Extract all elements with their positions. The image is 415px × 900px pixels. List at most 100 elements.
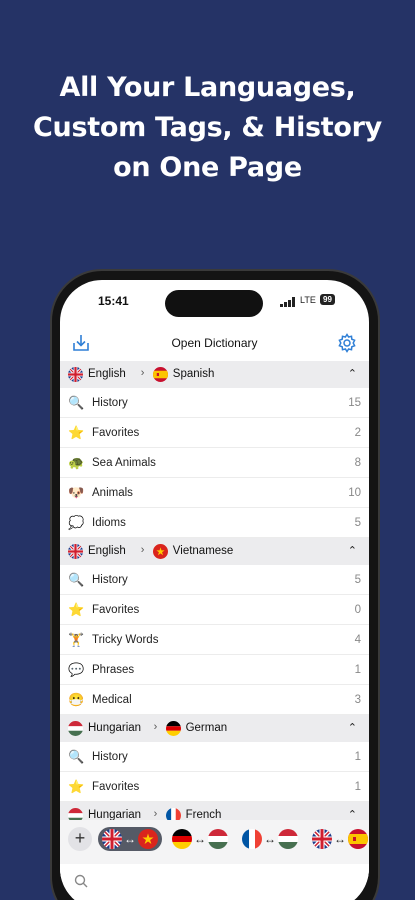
add-pair-button[interactable]: + <box>68 827 92 851</box>
list-item[interactable]: 💬 Phrases 1 <box>60 655 369 685</box>
list-item[interactable]: 🐢 Sea Animals 8 <box>60 448 369 478</box>
section-from-language: English <box>88 368 126 380</box>
flag-uk-icon <box>102 829 122 849</box>
language-pair-chip[interactable]: ↔ <box>98 827 162 851</box>
list-item-label: Favorites <box>92 604 140 616</box>
section-header[interactable]: Hungarian › German ⌃ <box>60 715 369 742</box>
tag-emoji-icon: 🐢 <box>68 455 85 470</box>
tag-emoji-icon: 💭 <box>68 515 85 530</box>
language-pair-chip[interactable]: ↔ <box>308 827 369 851</box>
list-item-label: History <box>92 574 128 586</box>
section-header[interactable]: English › Spanish ⌃ <box>60 361 369 388</box>
list-item[interactable]: 💭 Idioms 5 <box>60 508 369 538</box>
tag-emoji-icon: ⭐ <box>68 602 85 617</box>
headline-line-2: Custom Tags, & History <box>33 112 382 143</box>
list-item[interactable]: 🐶 Animals 10 <box>60 478 369 508</box>
list-item[interactable]: 🏋 Tricky Words 4 <box>60 625 369 655</box>
swap-arrow-icon: ↔ <box>194 832 206 846</box>
dynamic-island <box>165 290 263 317</box>
tag-emoji-icon: ⭐ <box>68 425 85 440</box>
list-item-label: Medical <box>92 694 132 706</box>
list-item-count: 1 <box>354 751 361 763</box>
headline-line-1: All Your Languages, <box>59 72 356 103</box>
list-item[interactable]: 🔍 History 15 <box>60 388 369 418</box>
list-item-label: History <box>92 397 128 409</box>
list-item-count: 0 <box>354 604 361 616</box>
list-item-label: Favorites <box>92 781 140 793</box>
list-item-label: Tricky Words <box>92 634 159 646</box>
list-item-count: 1 <box>354 781 361 793</box>
flag-hungary-icon <box>68 721 83 736</box>
language-pair-bar: + ↔ ↔ ↔ ↔ <box>60 824 369 854</box>
flag-spain-icon <box>152 367 168 382</box>
chevron-up-icon[interactable]: ⌃ <box>348 544 357 557</box>
flag-germany-icon <box>165 721 181 736</box>
list-item-count: 5 <box>354 574 361 586</box>
swap-arrow-icon: ↔ <box>264 832 276 846</box>
battery-icon: 99 <box>320 294 335 305</box>
list-item-label: History <box>92 751 128 763</box>
flag-hungary-icon <box>278 829 298 849</box>
signal-icon <box>280 297 296 307</box>
network-label: LTE <box>300 295 316 305</box>
bottom-bar: + ↔ ↔ ↔ ↔ <box>60 820 369 900</box>
tag-emoji-icon: 💬 <box>68 662 85 677</box>
headline: All Your Languages, Custom Tags, & Histo… <box>0 68 415 188</box>
section-header[interactable]: English › Vietnamese ⌃ <box>60 538 369 565</box>
section-to-language: German <box>185 722 228 734</box>
page-title: Open Dictionary <box>171 336 258 350</box>
list-item[interactable]: 🔍 History 1 <box>60 742 369 772</box>
headline-line-3: on One Page <box>113 152 302 183</box>
tag-emoji-icon: ⭐ <box>68 779 85 794</box>
language-pair-chip[interactable]: ↔ <box>238 827 302 851</box>
list-item-label: Favorites <box>92 427 140 439</box>
list-item-count: 3 <box>354 694 361 706</box>
flag-uk-icon <box>312 829 332 849</box>
list-item-count: 2 <box>354 427 361 439</box>
flag-spain-icon <box>348 829 368 849</box>
list-item-count: 10 <box>348 487 361 499</box>
flag-vietnam-icon <box>138 829 158 849</box>
chevron-right-icon: › <box>153 721 158 733</box>
list-item-count: 5 <box>354 517 361 529</box>
list-item-count: 8 <box>354 457 361 469</box>
list-item-label: Animals <box>92 487 133 499</box>
list-item[interactable]: 🔍 History 5 <box>60 565 369 595</box>
nav-bar: Open Dictionary <box>60 328 369 358</box>
swap-arrow-icon: ↔ <box>334 832 346 846</box>
section-to-language: Vietnamese <box>172 545 234 557</box>
list-item-count: 4 <box>354 634 361 646</box>
list-item[interactable]: ⭐ Favorites 2 <box>60 418 369 448</box>
status-bar: 15:41 LTE 99 <box>60 290 369 317</box>
chevron-up-icon[interactable]: ⌃ <box>348 367 357 380</box>
status-time: 15:41 <box>98 294 129 308</box>
chevron-right-icon: › <box>140 544 145 556</box>
list-item-count: 15 <box>348 397 361 409</box>
list-item[interactable]: ⭐ Favorites 1 <box>60 772 369 802</box>
search-icon <box>74 874 88 888</box>
tag-emoji-icon: 🔍 <box>68 395 85 410</box>
tag-emoji-icon: 🔍 <box>68 749 85 764</box>
section-from-language: Hungarian <box>88 722 142 734</box>
chevron-up-icon[interactable]: ⌃ <box>348 721 357 734</box>
tag-emoji-icon: 🔍 <box>68 572 85 587</box>
gear-icon[interactable] <box>336 332 358 354</box>
flag-uk-icon <box>68 367 83 382</box>
swap-arrow-icon: ↔ <box>124 832 136 846</box>
list-item[interactable]: ⭐ Favorites 0 <box>60 595 369 625</box>
phone-screen: 15:41 LTE 99 Open Dictionary English › Spa… <box>60 280 369 900</box>
list-item-label: Sea Animals <box>92 457 156 469</box>
chevron-right-icon: › <box>140 367 145 379</box>
tag-emoji-icon: 😷 <box>68 692 85 707</box>
flag-uk-icon <box>68 544 83 559</box>
language-list: English › Spanish ⌃ 🔍 History 15 ⭐ Favorites 2 🐢 Se… <box>60 361 369 829</box>
flag-hungary-icon <box>208 829 228 849</box>
section-to-language: Spanish <box>172 368 215 380</box>
tag-emoji-icon: 🏋 <box>68 632 85 647</box>
search-bar[interactable] <box>60 864 369 900</box>
list-item-count: 1 <box>354 664 361 676</box>
flag-vietnam-icon <box>152 544 168 559</box>
language-pair-chip[interactable]: ↔ <box>168 827 232 851</box>
flag-france-icon <box>242 829 262 849</box>
list-item[interactable]: 😷 Medical 3 <box>60 685 369 715</box>
